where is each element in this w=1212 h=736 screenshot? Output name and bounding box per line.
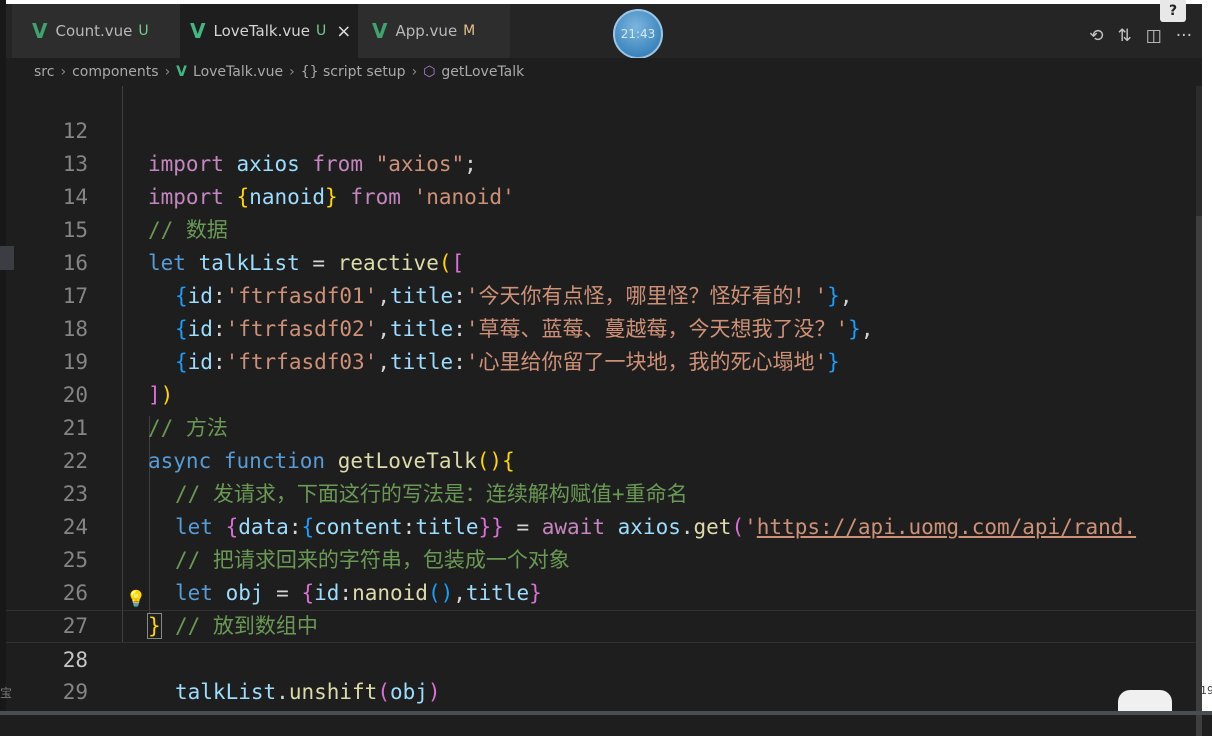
editor-tab-bar: V Count.vue U V LoveTalk.vue U × V App.v… <box>6 0 1202 58</box>
code-line: 15 let talkList = reactive([ <box>6 181 1202 275</box>
bottom-bar <box>0 711 1212 715</box>
code-line: 19 ]) <box>6 313 1202 407</box>
breadcrumb-item[interactable]: {} script setup <box>301 64 406 80</box>
code-line: 12 import axios from "axios"; <box>6 86 1202 176</box>
clock-overlay: 21:43 <box>613 9 663 59</box>
right-edge-strip <box>1202 0 1212 715</box>
code-line: 13 import {nanoid} from 'nanoid' <box>6 115 1202 209</box>
code-line: 27 💡 talkList.unshift(obj) <box>6 577 1202 704</box>
code-line: 24 // 把请求回来的字符串，包装成一个对象 <box>6 478 1202 572</box>
breadcrumb-item[interactable]: LoveTalk.vue <box>193 64 283 80</box>
code-line: 22 // 发请求，下面这行的写法是：连续解构赋值+重命名 <box>6 412 1202 506</box>
chevron-right-icon: › <box>289 64 295 80</box>
code-line: 20 // 方法 <box>6 346 1202 440</box>
code-line: 17 {id:'ftrfasdf02',title:'草莓、蓝莓、蔓越莓，今天想… <box>6 247 1202 341</box>
code-line: 25 let obj = {id:nanoid(),title} <box>6 511 1202 605</box>
more-icon[interactable]: ··· <box>1176 26 1192 46</box>
history-icon[interactable]: ⟲ <box>1089 26 1103 46</box>
breadcrumb-item[interactable]: components <box>72 64 159 80</box>
side-text-right: 19 <box>1200 684 1212 697</box>
breadcrumb: src › components › V LoveTalk.vue › {} s… <box>6 58 1202 86</box>
code-editor[interactable]: 12 import axios from "axios"; 13 import … <box>6 86 1202 711</box>
code-line: 29 </script> <box>6 643 1202 704</box>
side-text-left: 宝 <box>0 686 13 700</box>
tab-label: App.vue <box>395 22 458 40</box>
compare-icon[interactable]: ⇅ <box>1117 26 1131 46</box>
code-line: 14 // 数据 <box>6 148 1202 242</box>
tab-count-vue[interactable]: V Count.vue U <box>12 4 180 58</box>
vue-icon: V <box>176 64 188 80</box>
help-icon[interactable]: ? <box>1160 0 1186 22</box>
lightbulb-icon[interactable]: 💡 <box>126 582 146 608</box>
close-icon[interactable]: × <box>336 21 351 42</box>
code-line: 18 {id:'ftrfasdf03',title:'心里给你留了一块地，我的死… <box>6 280 1202 374</box>
vue-icon: V <box>190 19 206 43</box>
code-line: 16 {id:'ftrfasdf01',title:'今天你有点怪，哪里怪？怪好… <box>6 214 1202 308</box>
tab-app-vue[interactable]: V App.vue M <box>358 4 510 58</box>
git-status-badge: U <box>138 23 149 39</box>
code-line: 23 let {data:{content:title}} = await ax… <box>6 445 1202 539</box>
tab-label: Count.vue <box>55 22 133 40</box>
editor-actions: ⟲ ⇅ ◫ ··· <box>1089 26 1192 46</box>
code-line: 21 async function getLoveTalk(){ <box>6 379 1202 473</box>
code-line: 26 // 放到数组中 <box>6 544 1202 638</box>
git-status-badge: U <box>315 23 327 39</box>
code-line-current: 28 } <box>6 610 1202 672</box>
git-status-badge: M <box>463 23 476 39</box>
split-editor-icon[interactable]: ◫ <box>1146 26 1162 46</box>
tab-lovetalk-vue[interactable]: V LoveTalk.vue U × <box>180 4 358 58</box>
chevron-right-icon: › <box>60 64 67 80</box>
method-cube-icon: ⬡ <box>423 64 436 80</box>
chevron-right-icon: › <box>411 64 418 80</box>
vue-icon: V <box>32 19 48 43</box>
code-line: 30 <box>6 676 1202 709</box>
vue-icon: V <box>372 19 388 43</box>
breadcrumb-item[interactable]: getLoveTalk <box>441 64 524 80</box>
tab-label: LoveTalk.vue <box>213 22 310 40</box>
breadcrumb-item[interactable]: src <box>34 64 54 80</box>
chevron-right-icon: › <box>164 64 171 80</box>
